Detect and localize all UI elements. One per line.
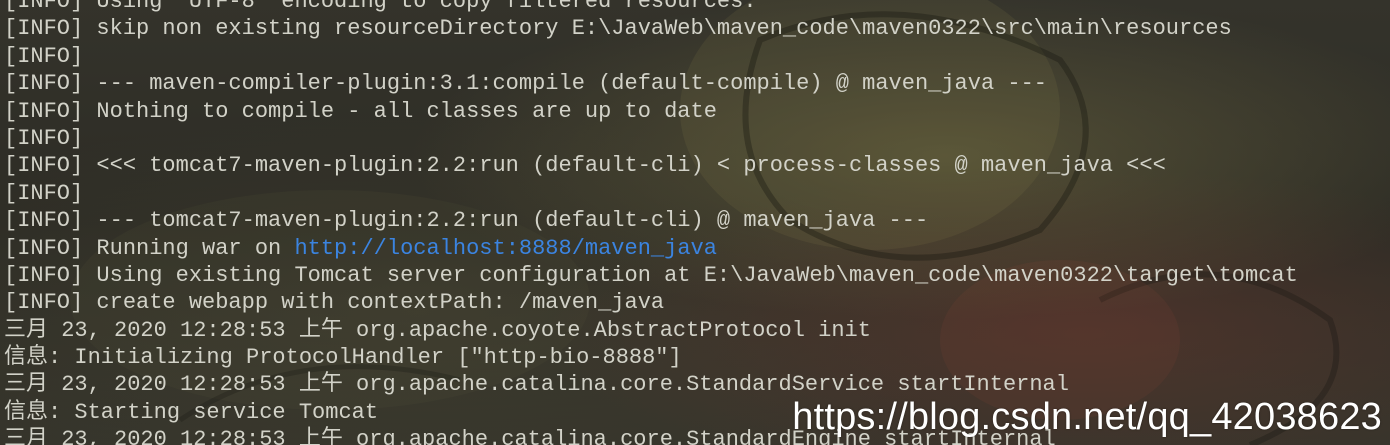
console-line: [INFO] Using existing Tomcat server conf…: [4, 262, 1298, 288]
console-line: [INFO] Using 'UTF-8' encoding to copy fi…: [4, 0, 757, 14]
terminal-window[interactable]: [INFO] Using 'UTF-8' encoding to copy fi…: [0, 0, 1390, 445]
console-line-with-link: [INFO] Running war on http://localhost:8…: [4, 235, 1298, 262]
console-line: [INFO]: [4, 125, 84, 151]
csdn-watermark: https://blog.csdn.net/qq_42038623: [792, 396, 1382, 438]
console-output[interactable]: [INFO] Using 'UTF-8' encoding to copy fi…: [4, 0, 1298, 445]
console-line: [INFO] <<< tomcat7-maven-plugin:2.2:run …: [4, 153, 1166, 179]
console-line: [INFO] create webapp with contextPath: /…: [4, 290, 665, 316]
console-line: [INFO] --- tomcat7-maven-plugin:2.2:run …: [4, 208, 929, 234]
console-line: [INFO] Nothing to compile - all classes …: [4, 98, 717, 124]
console-line: 信息: Initializing ProtocolHandler ["http-…: [4, 345, 682, 371]
console-line-prefix: [INFO] Running war on: [4, 235, 295, 261]
console-line: 三月 23, 2020 12:28:53 上午 org.apache.catal…: [4, 372, 1069, 398]
console-line: [INFO]: [4, 180, 84, 206]
console-line: [INFO] skip non existing resourceDirecto…: [4, 16, 1232, 42]
console-line: [INFO]: [4, 43, 84, 69]
localhost-link[interactable]: http://localhost:8888/maven_java: [294, 236, 716, 261]
console-line: 三月 23, 2020 12:28:53 上午 org.apache.coyot…: [4, 317, 871, 343]
console-line: [INFO] --- maven-compiler-plugin:3.1:com…: [4, 71, 1047, 97]
